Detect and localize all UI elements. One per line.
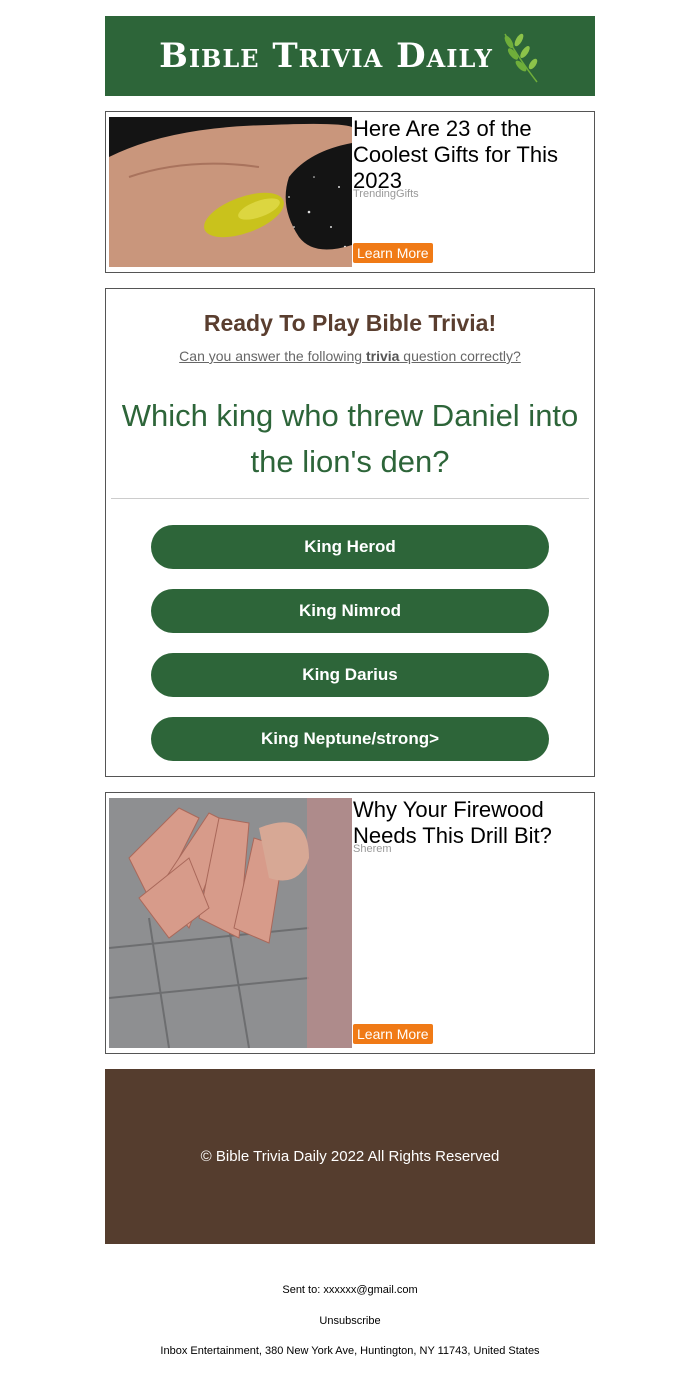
learn-more-button[interactable]: Learn More: [353, 243, 433, 263]
quiz-subtitle-pre: Can you answer the following: [179, 348, 366, 364]
learn-more-button[interactable]: Learn More: [353, 1024, 433, 1044]
email-header: Bible Trivia Daily: [105, 16, 595, 96]
sender-address: Inbox Entertainment, 380 New York Ave, H…: [160, 1345, 540, 1357]
ad-card-gifts[interactable]: Here Are 23 of the Coolest Gifts for Thi…: [105, 111, 595, 273]
answer-button-1[interactable]: King Herod: [151, 525, 549, 569]
quiz-subtitle-post: question correctly?: [399, 348, 521, 364]
quiz-subtitle-bold: trivia: [365, 348, 400, 364]
quiz-title: Ready To Play Bible Trivia!: [203, 310, 497, 336]
ad-headline[interactable]: Why Your Firewood Needs This Drill Bit?: [353, 797, 588, 849]
quiz-subtitle: Can you answer the following trivia ques…: [106, 348, 594, 364]
unsubscribe-link[interactable]: Unsubscribe: [0, 1315, 700, 1327]
answer-button-2[interactable]: King Nimrod: [151, 589, 549, 633]
ad-image-hand-gadget[interactable]: [109, 117, 352, 267]
olive-branch-icon: [504, 33, 538, 83]
quiz-card: Ready To Play Bible Trivia! Can you answ…: [105, 288, 595, 777]
ad-headline[interactable]: Here Are 23 of the Coolest Gifts for Thi…: [353, 116, 588, 194]
answer-button-3[interactable]: King Darius: [151, 653, 549, 697]
ad-source: TrendingGifts: [353, 188, 419, 200]
email-footer: © Bible Trivia Daily 2022 All Rights Res…: [105, 1069, 595, 1244]
sent-to-text: Sent to: xxxxxx@gmail.com: [282, 1284, 418, 1296]
quiz-question: Which king who threw Daniel into the lio…: [121, 398, 579, 479]
divider: [111, 498, 589, 499]
answer-button-4[interactable]: King Neptune/strong>: [151, 717, 549, 761]
copyright-text: © Bible Trivia Daily 2022 All Rights Res…: [200, 1148, 500, 1165]
ad-card-firewood[interactable]: Why Your Firewood Needs This Drill Bit? …: [105, 792, 595, 1054]
ad-image-firewood[interactable]: [109, 798, 352, 1048]
logo-text: Bible Trivia Daily: [159, 36, 493, 76]
